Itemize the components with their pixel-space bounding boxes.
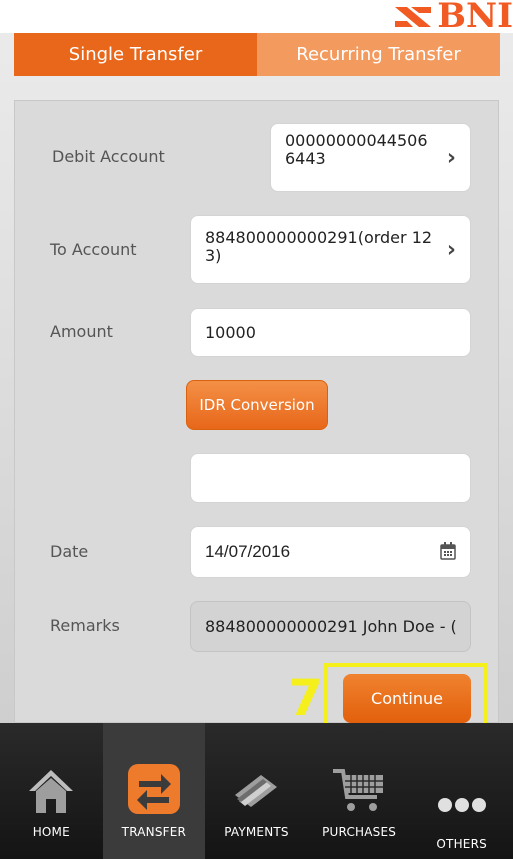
debit-account-label: Debit Account xyxy=(52,147,165,166)
bni-logo: BNI xyxy=(393,0,513,33)
nav-others-label: OTHERS xyxy=(436,837,487,851)
debit-account-value: 000000000445066443 xyxy=(285,131,428,168)
idr-conversion-button[interactable]: IDR Conversion xyxy=(186,380,328,430)
remarks-field[interactable]: 884800000000291 John Doe - ( xyxy=(190,601,471,652)
header-bar: BNI xyxy=(0,0,513,33)
to-account-label: To Account xyxy=(50,240,137,259)
cart-icon xyxy=(331,753,387,815)
date-label: Date xyxy=(50,542,89,561)
date-picker[interactable]: 14/07/2016 xyxy=(190,526,471,578)
amount-label: Amount xyxy=(50,322,113,341)
debit-account-selector[interactable]: 000000000445066443 › xyxy=(270,123,471,192)
nav-payments-label: PAYMENTS xyxy=(224,825,289,839)
bni-logo-icon xyxy=(395,7,432,27)
nav-purchases-label: PURCHASES xyxy=(322,825,397,839)
to-account-value: 884800000000291(order 123) xyxy=(205,228,433,265)
home-icon xyxy=(26,753,76,815)
nav-transfer-label: TRANSFER xyxy=(121,825,187,839)
to-account-selector[interactable]: 884800000000291(order 123) › xyxy=(190,215,471,284)
nav-transfer[interactable]: TRANSFER xyxy=(102,723,206,859)
calendar-icon[interactable] xyxy=(440,542,456,564)
date-value: 14/07/2016 xyxy=(205,542,291,561)
more-icon xyxy=(437,753,487,815)
amount-value: 10000 xyxy=(205,323,256,342)
payments-icon xyxy=(231,753,281,815)
step-number-annotation: 7 xyxy=(288,669,323,727)
nav-home[interactable]: HOME xyxy=(0,723,103,859)
nav-home-label: HOME xyxy=(32,825,70,839)
transfer-icon xyxy=(127,753,181,815)
nav-others[interactable]: OTHERS xyxy=(410,723,513,859)
tab-single-transfer[interactable]: Single Transfer xyxy=(14,33,257,76)
chevron-right-icon: › xyxy=(446,145,456,170)
tab-recurring-transfer[interactable]: Recurring Transfer xyxy=(257,33,500,76)
nav-payments[interactable]: PAYMENTS xyxy=(205,723,308,859)
conversion-result-field[interactable] xyxy=(190,453,471,503)
brand-name: BNI xyxy=(437,0,513,33)
bottom-nav: HOME TRANSFER PAYMENTS PURCHASES OTHERS xyxy=(0,723,513,859)
chevron-right-icon: › xyxy=(446,237,456,262)
transfer-tabs: Single Transfer Recurring Transfer xyxy=(14,33,500,76)
amount-input[interactable]: 10000 xyxy=(190,308,471,357)
nav-purchases[interactable]: PURCHASES xyxy=(308,723,411,859)
remarks-value: 884800000000291 John Doe - ( xyxy=(205,617,457,636)
remarks-label: Remarks xyxy=(50,616,120,635)
